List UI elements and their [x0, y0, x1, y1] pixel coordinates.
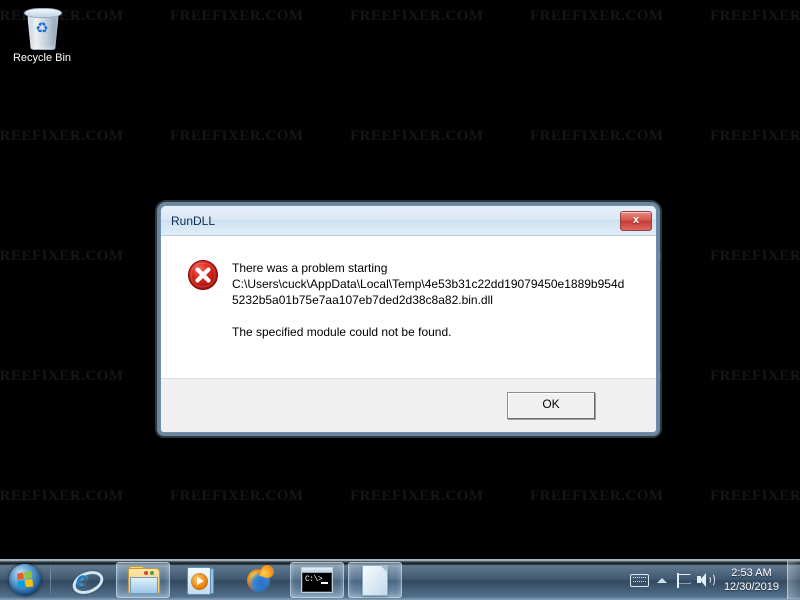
desktop-icon-recycle-bin[interactable]: ♻ Recycle Bin [8, 6, 76, 65]
watermark-text: FREEFIXER.COM [710, 248, 800, 264]
desktop[interactable]: FREEFIXER.COM FREEFIXER.COM FREEFIXER.COM F… [0, 0, 800, 560]
internet-explorer-icon: e [69, 566, 107, 599]
taskbar-button-firefox[interactable] [232, 562, 286, 598]
firefox-icon [245, 563, 276, 594]
watermark-text: FREEFIXER.COM [170, 488, 304, 504]
watermark-text: FREEFIXER.COM [170, 8, 304, 24]
watermark-text: FREEFIXER.COM [530, 488, 664, 504]
command-prompt-icon: C:\> [301, 567, 333, 593]
ok-button[interactable]: OK [507, 392, 595, 419]
taskbar-button-windows-explorer[interactable] [116, 562, 170, 598]
watermark-text: FREEFIXER.COM [710, 128, 800, 144]
error-icon [188, 260, 218, 290]
clock-date: 12/30/2019 [723, 581, 779, 593]
taskbar[interactable]: e C:\> 2:53 AM 12/30/2019 [0, 559, 800, 600]
message-line-2: The specified module could not be found. [232, 325, 452, 339]
dialog-title: RunDLL [171, 213, 216, 228]
taskbar-clock[interactable]: 2:53 AM 12/30/2019 [717, 566, 786, 594]
action-center-flag-icon[interactable] [673, 567, 695, 593]
watermark-text: FREEFIXER.COM [0, 128, 124, 144]
folder-icon [128, 565, 160, 594]
taskbar-buttons: e C:\> [58, 561, 629, 599]
watermark-text: FREEFIXER.COM [0, 368, 124, 384]
show-hidden-icons-icon[interactable] [651, 567, 673, 593]
watermark-text: FREEFIXER.COM [350, 488, 484, 504]
close-icon[interactable]: x [620, 210, 652, 231]
watermark-text: FREEFIXER.COM [530, 8, 664, 24]
recycle-bin-icon: ♻ [21, 6, 63, 50]
system-tray: 2:53 AM 12/30/2019 [629, 561, 800, 599]
recycle-arrows-icon: ♻ [35, 20, 49, 37]
media-player-icon [187, 567, 215, 595]
windows-logo-icon [9, 564, 41, 596]
message-file-path: C:\Users\cuck\AppData\Local\Temp\4e53b31… [232, 277, 625, 307]
watermark-text: FREEFIXER.COM [170, 128, 304, 144]
taskbar-divider [50, 564, 51, 596]
watermark-text: FREEFIXER.COM [0, 488, 124, 504]
error-message: There was a problem starting C:\Users\cu… [232, 258, 627, 340]
rundll-error-dialog[interactable]: RunDLL x There was a problem starting C:… [160, 205, 657, 433]
taskbar-button-command-prompt[interactable]: C:\> [290, 562, 344, 598]
watermark-text: FREEFIXER.COM [350, 8, 484, 24]
taskbar-button-internet-explorer[interactable]: e [58, 562, 112, 599]
tablet-keyboard-icon[interactable] [629, 567, 651, 593]
dialog-content: There was a problem starting C:\Users\cu… [161, 236, 656, 378]
show-desktop-button[interactable] [787, 561, 800, 599]
watermark-text: FREEFIXER.COM [710, 488, 800, 504]
message-line-1: There was a problem starting [232, 261, 388, 275]
watermark-text: FREEFIXER.COM [350, 128, 484, 144]
watermark-text: FREEFIXER.COM [0, 248, 124, 264]
taskbar-button-document-window[interactable] [348, 562, 402, 598]
dialog-footer: OK [161, 378, 656, 432]
desktop-icon-label: Recycle Bin [12, 52, 72, 64]
clock-time: 2:53 AM [731, 567, 772, 579]
watermark-text: FREEFIXER.COM [710, 368, 800, 384]
watermark-text: FREEFIXER.COM [710, 8, 800, 24]
document-icon [362, 564, 388, 596]
watermark-text: FREEFIXER.COM [530, 128, 664, 144]
volume-speaker-icon[interactable] [695, 567, 717, 593]
dialog-titlebar[interactable]: RunDLL x [161, 206, 656, 236]
start-button[interactable] [3, 562, 47, 598]
taskbar-button-windows-media-player[interactable] [174, 562, 228, 598]
